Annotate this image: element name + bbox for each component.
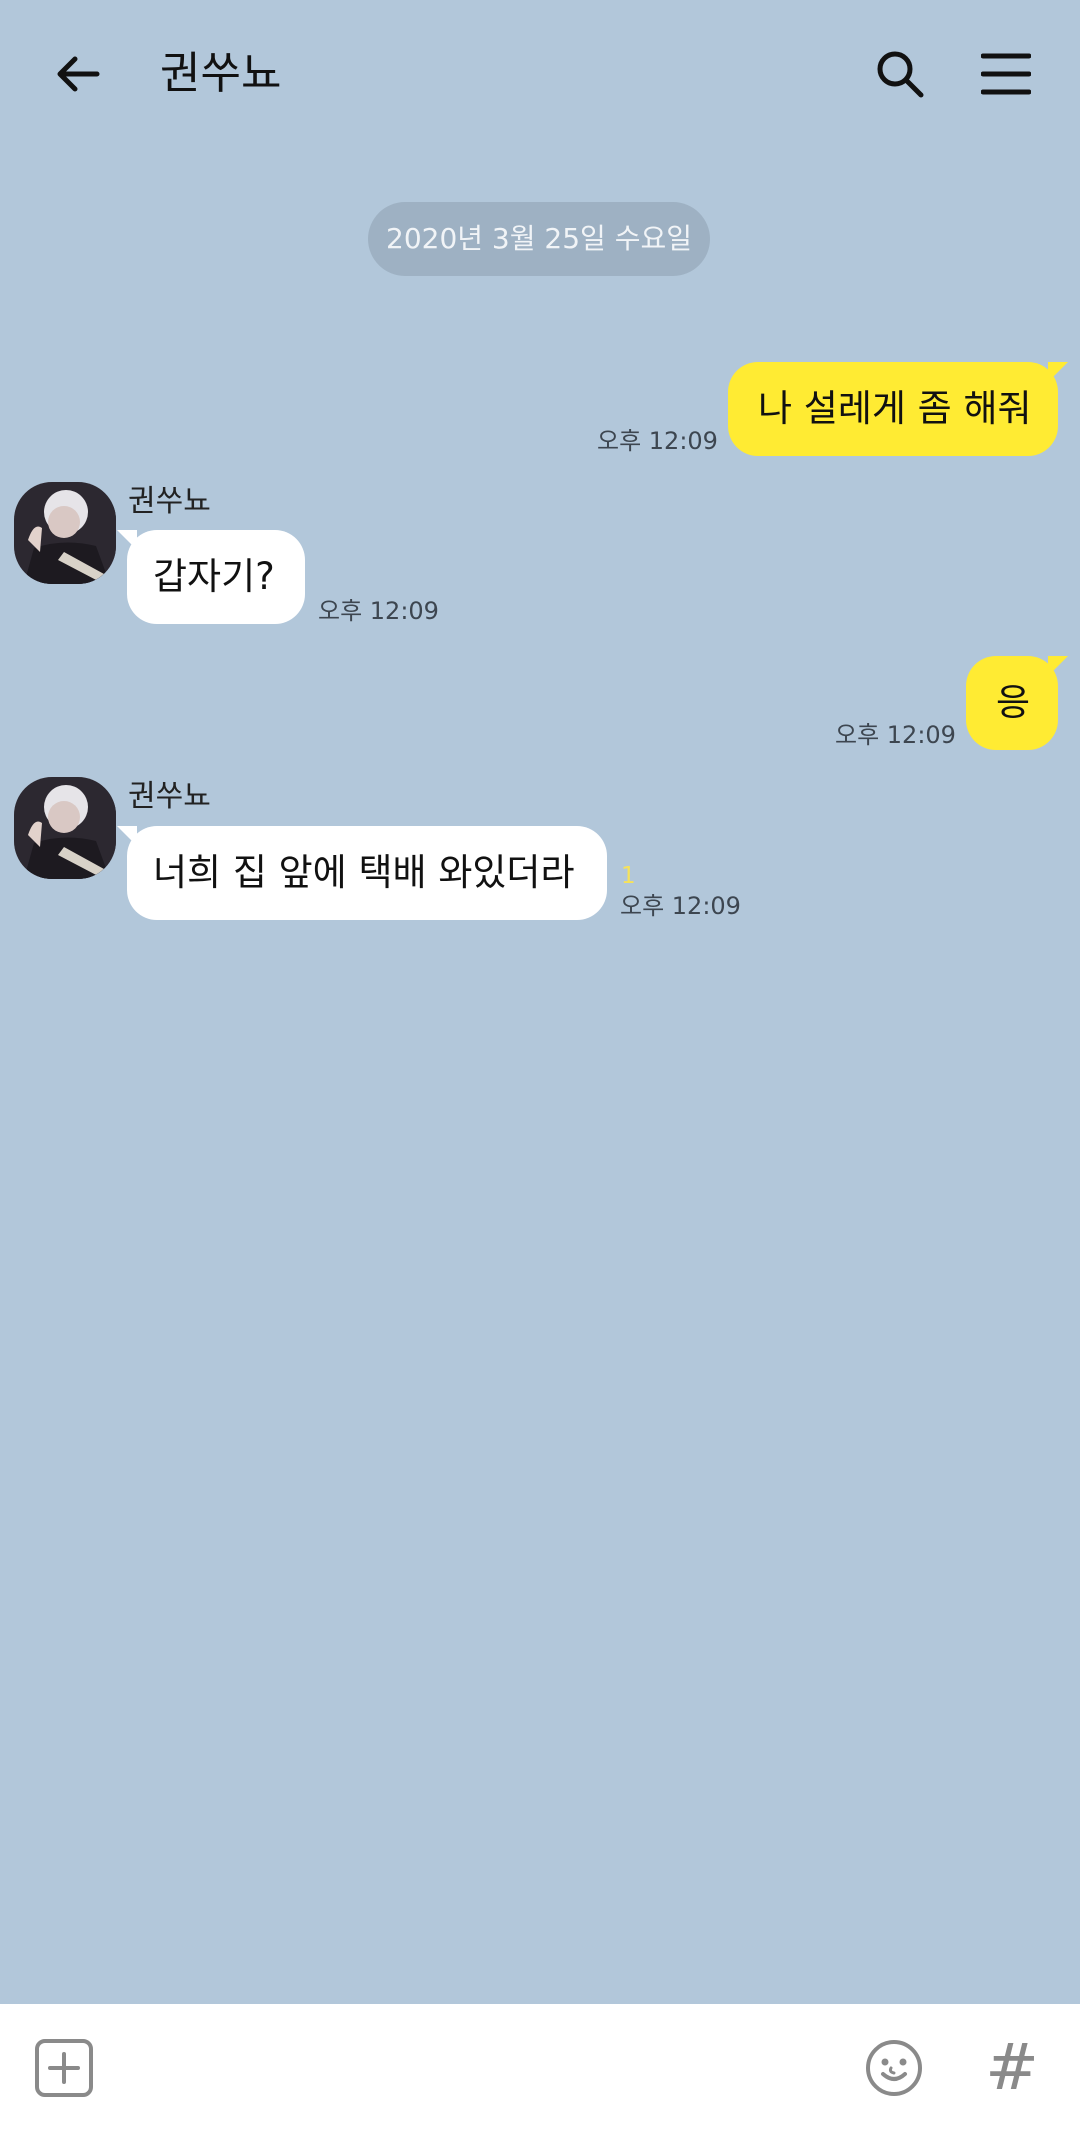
chat-screen: 권쑤뇨 2020년 3월 25일 수요일 오후 12:09 나 설레게 좀 해줘… [0,0,1080,2131]
arrow-left-icon [57,56,100,92]
menu-button[interactable] [968,36,1044,112]
message-time: 오후 12:09 [318,597,439,625]
avatar[interactable] [14,777,116,879]
avatar-photo [14,777,116,879]
avatar-photo [14,482,116,584]
back-button[interactable] [40,36,116,112]
hamburger-menu-icon [981,53,1031,95]
hashtag-button[interactable]: # [974,2030,1050,2106]
avatar[interactable] [14,482,116,584]
my-message-bubble[interactable]: 나 설레게 좀 해줘 [728,362,1058,456]
unread-count: 1 [621,863,636,889]
message-time: 오후 12:09 [597,427,718,455]
sender-name: 권쑤뇨 [128,779,211,814]
plus-square-icon [35,2039,93,2097]
search-button[interactable] [862,36,938,112]
chat-header: 권쑤뇨 [0,0,1080,148]
search-icon [877,51,924,98]
message-time: 오후 12:09 [620,892,741,920]
attach-button[interactable] [30,2034,98,2102]
emoji-smile-icon [866,2040,922,2096]
their-message-bubble[interactable]: 갑자기? [127,530,305,624]
message-time: 오후 12:09 [835,721,956,749]
date-divider: 2020년 3월 25일 수요일 [368,202,710,276]
their-message-bubble[interactable]: 너희 집 앞에 택배 와있더라 [127,826,607,920]
chat-title[interactable]: 권쑤뇨 [160,42,281,106]
emoji-button[interactable] [860,2034,928,2102]
input-bar: # [0,2004,1080,2131]
my-message-bubble[interactable]: 응 [966,656,1058,750]
sender-name: 권쑤뇨 [128,484,211,519]
